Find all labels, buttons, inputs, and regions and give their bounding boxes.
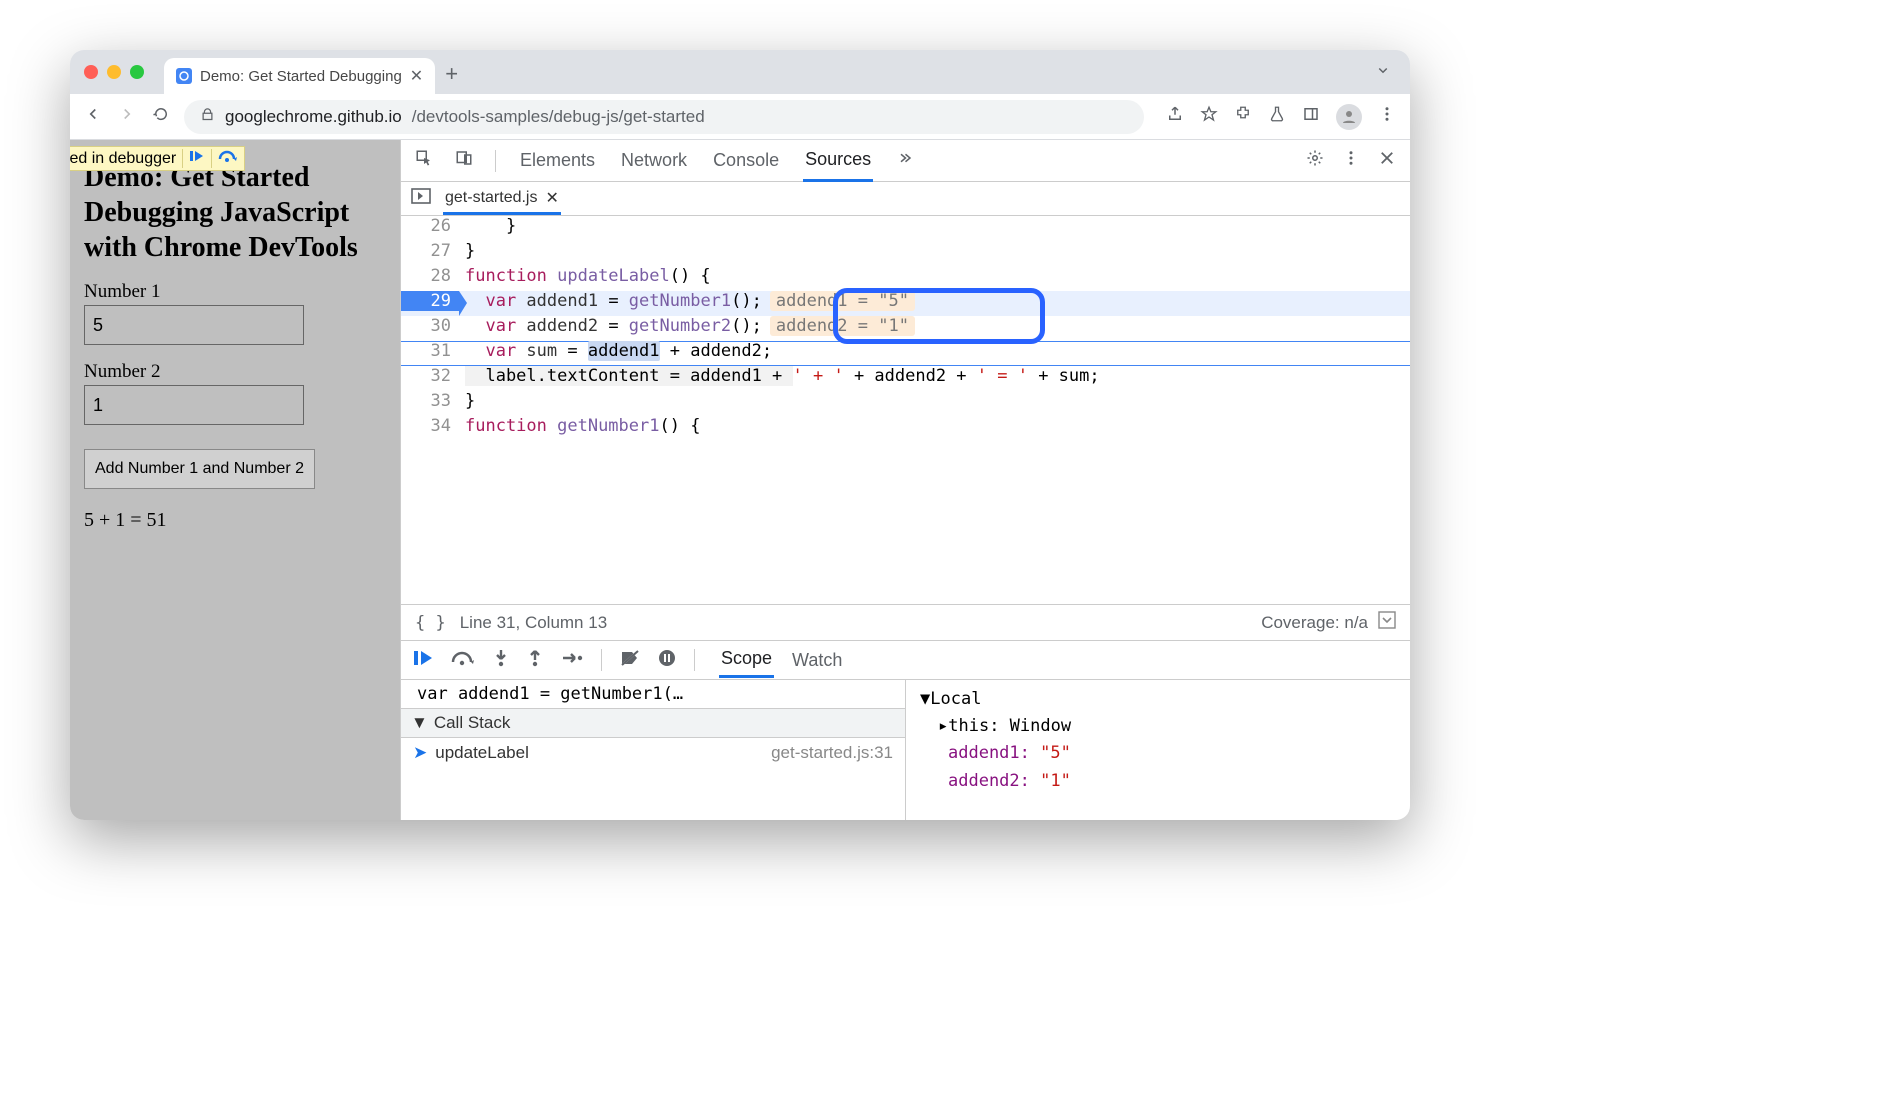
callstack-pane: var addend1 = getNumber1(… ▼ Call Stack … <box>401 680 906 820</box>
devtools-tabstrip: Elements Network Console Sources <box>401 140 1410 182</box>
minimize-window-icon[interactable] <box>107 65 121 79</box>
side-panel-icon[interactable] <box>1302 105 1320 128</box>
tab-console[interactable]: Console <box>711 141 781 180</box>
scope-section[interactable]: ▼Local <box>920 686 1396 713</box>
url-path: /devtools-samples/debug-js/get-started <box>412 107 705 127</box>
add-button[interactable]: Add Number 1 and Number 2 <box>84 449 315 489</box>
device-toggle-icon[interactable] <box>455 149 473 172</box>
current-frame-icon: ➤ <box>413 743 427 763</box>
browser-chrome: Demo: Get Started Debugging ✕ + googlech… <box>70 50 1410 140</box>
step-over-icon[interactable] <box>211 149 238 168</box>
resume-button[interactable] <box>413 649 433 672</box>
code-editor[interactable]: 26 } 27} 28function updateLabel() { 29 v… <box>401 216 1410 604</box>
more-tabs-icon[interactable] <box>895 149 913 172</box>
file-close-icon[interactable]: ✕ <box>545 188 558 208</box>
browser-toolbar: googlechrome.github.io/devtools-samples/… <box>70 94 1410 140</box>
scope-tab[interactable]: Scope <box>719 642 774 678</box>
pause-exceptions-button[interactable] <box>658 649 676 672</box>
result-text: 5 + 1 = 51 <box>84 509 386 532</box>
step-button[interactable] <box>561 649 583 672</box>
paused-snippet: var addend1 = getNumber1(… <box>401 680 905 708</box>
favicon-icon <box>176 68 192 84</box>
forward-button <box>118 105 136 128</box>
coverage-toggle-icon[interactable] <box>1378 611 1396 634</box>
file-tabstrip: get-started.js ✕ <box>401 182 1410 216</box>
watch-tab[interactable]: Watch <box>792 650 842 671</box>
browser-window: Demo: Get Started Debugging ✕ + googlech… <box>70 50 1410 820</box>
page-content: Paused in debugger Demo: Get Started Deb… <box>70 140 400 820</box>
number2-label: Number 2 <box>84 361 386 383</box>
navigator-toggle-icon[interactable] <box>411 188 431 209</box>
inline-value: addend2 = "1" <box>770 316 915 336</box>
kebab-menu-icon[interactable] <box>1378 105 1396 128</box>
step-over-button[interactable] <box>451 649 475 672</box>
step-out-button[interactable] <box>527 649 543 672</box>
deactivate-breakpoints-button[interactable] <box>620 649 640 672</box>
address-bar[interactable]: googlechrome.github.io/devtools-samples/… <box>184 100 1144 134</box>
inline-value: addend1 = "5" <box>770 291 915 311</box>
back-button[interactable] <box>84 105 102 128</box>
debugger-controls: Scope Watch <box>401 640 1410 680</box>
devtools-panel: Elements Network Console Sources get-sta… <box>400 140 1410 820</box>
reload-button[interactable] <box>152 105 170 128</box>
cursor-position: Line 31, Column 13 <box>460 613 607 633</box>
tab-network[interactable]: Network <box>619 141 689 180</box>
tab-title: Demo: Get Started Debugging <box>200 68 402 85</box>
close-window-icon[interactable] <box>84 65 98 79</box>
scope-pane: ▼Local ▸this: Window addend1: "5" addend… <box>906 680 1410 820</box>
file-tab[interactable]: get-started.js ✕ <box>443 183 561 215</box>
chevron-down-icon: ▼ <box>411 713 428 733</box>
editor-statusbar: { } Line 31, Column 13 Coverage: n/a <box>401 604 1410 640</box>
file-name: get-started.js <box>445 189 537 207</box>
step-into-button[interactable] <box>493 649 509 672</box>
extensions-icon[interactable] <box>1234 105 1252 128</box>
callstack-frame[interactable]: ➤ updateLabel get-started.js:31 <box>401 738 905 768</box>
share-icon[interactable] <box>1166 105 1184 128</box>
scope-this[interactable]: ▸this: Window <box>920 713 1396 740</box>
tab-sources[interactable]: Sources <box>803 140 873 182</box>
inspect-icon[interactable] <box>415 149 433 172</box>
paused-in-debugger-badge: Paused in debugger <box>70 146 245 171</box>
lock-icon <box>200 107 215 127</box>
browser-tab[interactable]: Demo: Get Started Debugging ✕ <box>164 58 435 94</box>
tabs-dropdown-icon[interactable] <box>1374 61 1392 84</box>
devtools-kebab-icon[interactable] <box>1342 149 1360 172</box>
profile-avatar[interactable] <box>1336 104 1362 130</box>
scope-var-addend1[interactable]: addend1: "5" <box>920 740 1396 767</box>
resume-icon[interactable] <box>182 149 205 168</box>
window-controls[interactable] <box>84 65 144 79</box>
tab-close-icon[interactable]: ✕ <box>410 66 423 86</box>
coverage-label: Coverage: n/a <box>1261 613 1368 633</box>
tab-elements[interactable]: Elements <box>518 141 597 180</box>
pretty-print-icon[interactable]: { } <box>415 613 446 633</box>
devtools-close-icon[interactable] <box>1378 149 1396 172</box>
settings-icon[interactable] <box>1306 149 1324 172</box>
maximize-window-icon[interactable] <box>130 65 144 79</box>
number2-input[interactable] <box>84 385 304 425</box>
labs-icon[interactable] <box>1268 105 1286 128</box>
number1-input[interactable] <box>84 305 304 345</box>
bookmark-icon[interactable] <box>1200 105 1218 128</box>
page-heading: Demo: Get Started Debugging JavaScript w… <box>84 160 386 265</box>
callstack-header[interactable]: ▼ Call Stack <box>401 708 905 738</box>
scope-var-addend2[interactable]: addend2: "1" <box>920 768 1396 795</box>
url-host: googlechrome.github.io <box>225 107 402 127</box>
new-tab-button[interactable]: + <box>445 61 458 87</box>
number1-label: Number 1 <box>84 281 386 303</box>
